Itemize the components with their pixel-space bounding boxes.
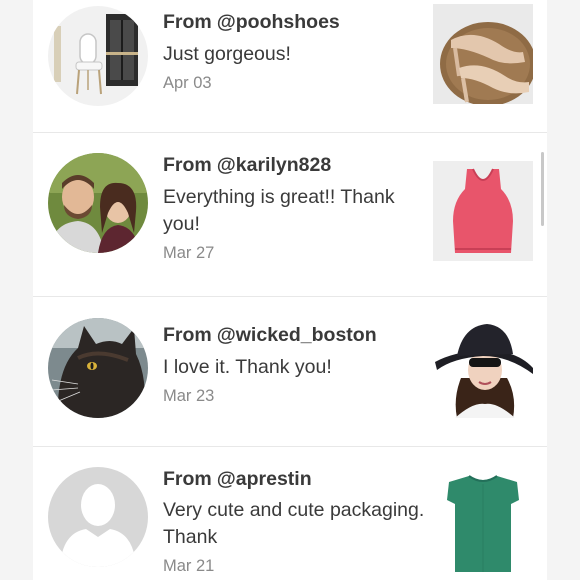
review-message: Just gorgeous! bbox=[163, 43, 291, 65]
author-handle[interactable]: @poohshoes bbox=[217, 11, 340, 33]
review-author[interactable]: From @poohshoes bbox=[163, 11, 340, 34]
author-handle[interactable]: @karilyn828 bbox=[217, 154, 331, 176]
row-divider bbox=[33, 296, 547, 297]
black-cat-avatar-photo bbox=[48, 318, 148, 418]
review-author[interactable]: From @aprestin bbox=[163, 468, 312, 491]
review-message: Very cute and cute packaging. Thank bbox=[163, 499, 425, 548]
from-label: From bbox=[163, 324, 212, 346]
item-thumbnail[interactable] bbox=[433, 161, 533, 261]
scrollbar[interactable] bbox=[541, 152, 544, 226]
item-thumbnail[interactable] bbox=[433, 4, 533, 104]
nude-heels-photo bbox=[433, 4, 533, 104]
green-top-photo bbox=[433, 474, 533, 574]
user-avatar[interactable] bbox=[48, 318, 148, 418]
review-author[interactable]: From @karilyn828 bbox=[163, 154, 331, 177]
from-label: From bbox=[163, 11, 212, 33]
review-author[interactable]: From @wicked_boston bbox=[163, 324, 377, 347]
user-avatar[interactable] bbox=[48, 6, 148, 106]
review-date: Mar 21 bbox=[163, 557, 215, 575]
row-divider bbox=[33, 132, 547, 133]
default-avatar-icon bbox=[48, 467, 148, 567]
review-message: Everything is great!! Thank you! bbox=[163, 186, 395, 235]
item-thumbnail[interactable] bbox=[433, 318, 533, 418]
author-handle[interactable]: @aprestin bbox=[217, 468, 312, 490]
from-label: From bbox=[163, 468, 212, 490]
review-date: Apr 03 bbox=[163, 74, 212, 92]
reviews-feed: From @poohshoes Just gorgeous! Apr 03 Fr… bbox=[33, 0, 547, 580]
review-message: I love it. Thank you! bbox=[163, 356, 332, 378]
user-avatar[interactable] bbox=[48, 467, 148, 567]
row-divider bbox=[33, 446, 547, 447]
furniture-avatar-photo bbox=[48, 6, 148, 106]
couple-avatar-photo bbox=[48, 153, 148, 253]
item-thumbnail[interactable] bbox=[433, 474, 533, 574]
woman-sun-hat-photo bbox=[433, 318, 533, 418]
review-date: Mar 23 bbox=[163, 387, 215, 405]
review-date: Mar 27 bbox=[163, 244, 215, 262]
user-avatar[interactable] bbox=[48, 153, 148, 253]
author-handle[interactable]: @wicked_boston bbox=[217, 324, 377, 346]
pink-tank-top-photo bbox=[433, 161, 533, 261]
from-label: From bbox=[163, 154, 212, 176]
